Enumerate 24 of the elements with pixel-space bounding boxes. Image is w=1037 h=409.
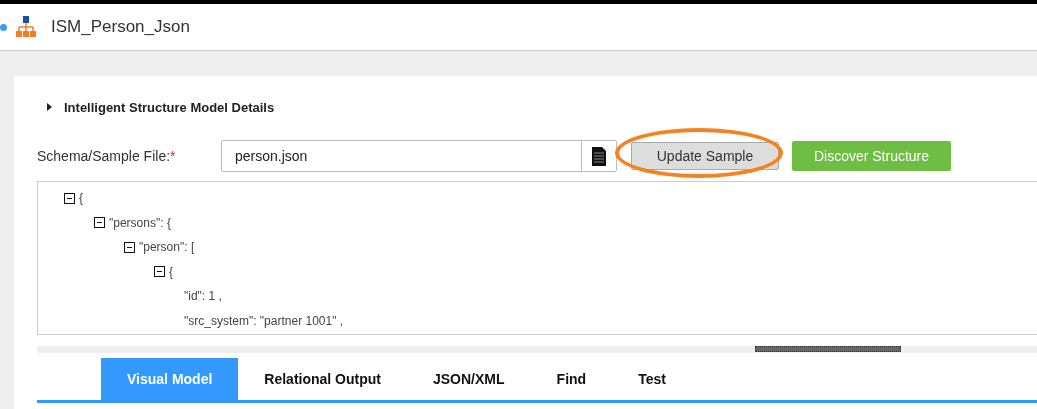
- json-line: "person": [: [139, 240, 195, 255]
- collapse-toggle[interactable]: [124, 241, 135, 253]
- status-dot-icon: [0, 23, 7, 31]
- update-button[interactable]: Update Sample: [631, 142, 779, 170]
- json-line: {: [79, 191, 83, 206]
- json-line: "src_system": "partner 1001" ,: [184, 313, 344, 328]
- tab[interactable]: Relational Output: [238, 358, 407, 400]
- document-icon[interactable]: [592, 146, 606, 166]
- page-title: ISM_Person_Json: [51, 17, 190, 37]
- file-input-field[interactable]: person.json: [221, 140, 617, 172]
- expand-icon[interactable]: [47, 103, 52, 111]
- collapse-toggle[interactable]: [64, 192, 75, 204]
- tab[interactable]: Test: [612, 358, 692, 400]
- collapse-toggle[interactable]: [94, 217, 105, 229]
- tab[interactable]: JSON/XML: [407, 358, 531, 400]
- section-title[interactable]: Intelligent Structure Model Details: [64, 99, 275, 115]
- json-line: {: [169, 264, 173, 279]
- scrollbar-thumb[interactable]: [755, 346, 901, 352]
- hierarchy-icon: [15, 16, 37, 38]
- tab[interactable]: Find: [530, 358, 613, 400]
- field-label: Schema/Sample File:*: [37, 148, 177, 164]
- collapse-toggle[interactable]: [154, 266, 165, 278]
- json-line: "persons": {: [109, 215, 171, 230]
- json-line: "id": 1 ,: [184, 289, 222, 304]
